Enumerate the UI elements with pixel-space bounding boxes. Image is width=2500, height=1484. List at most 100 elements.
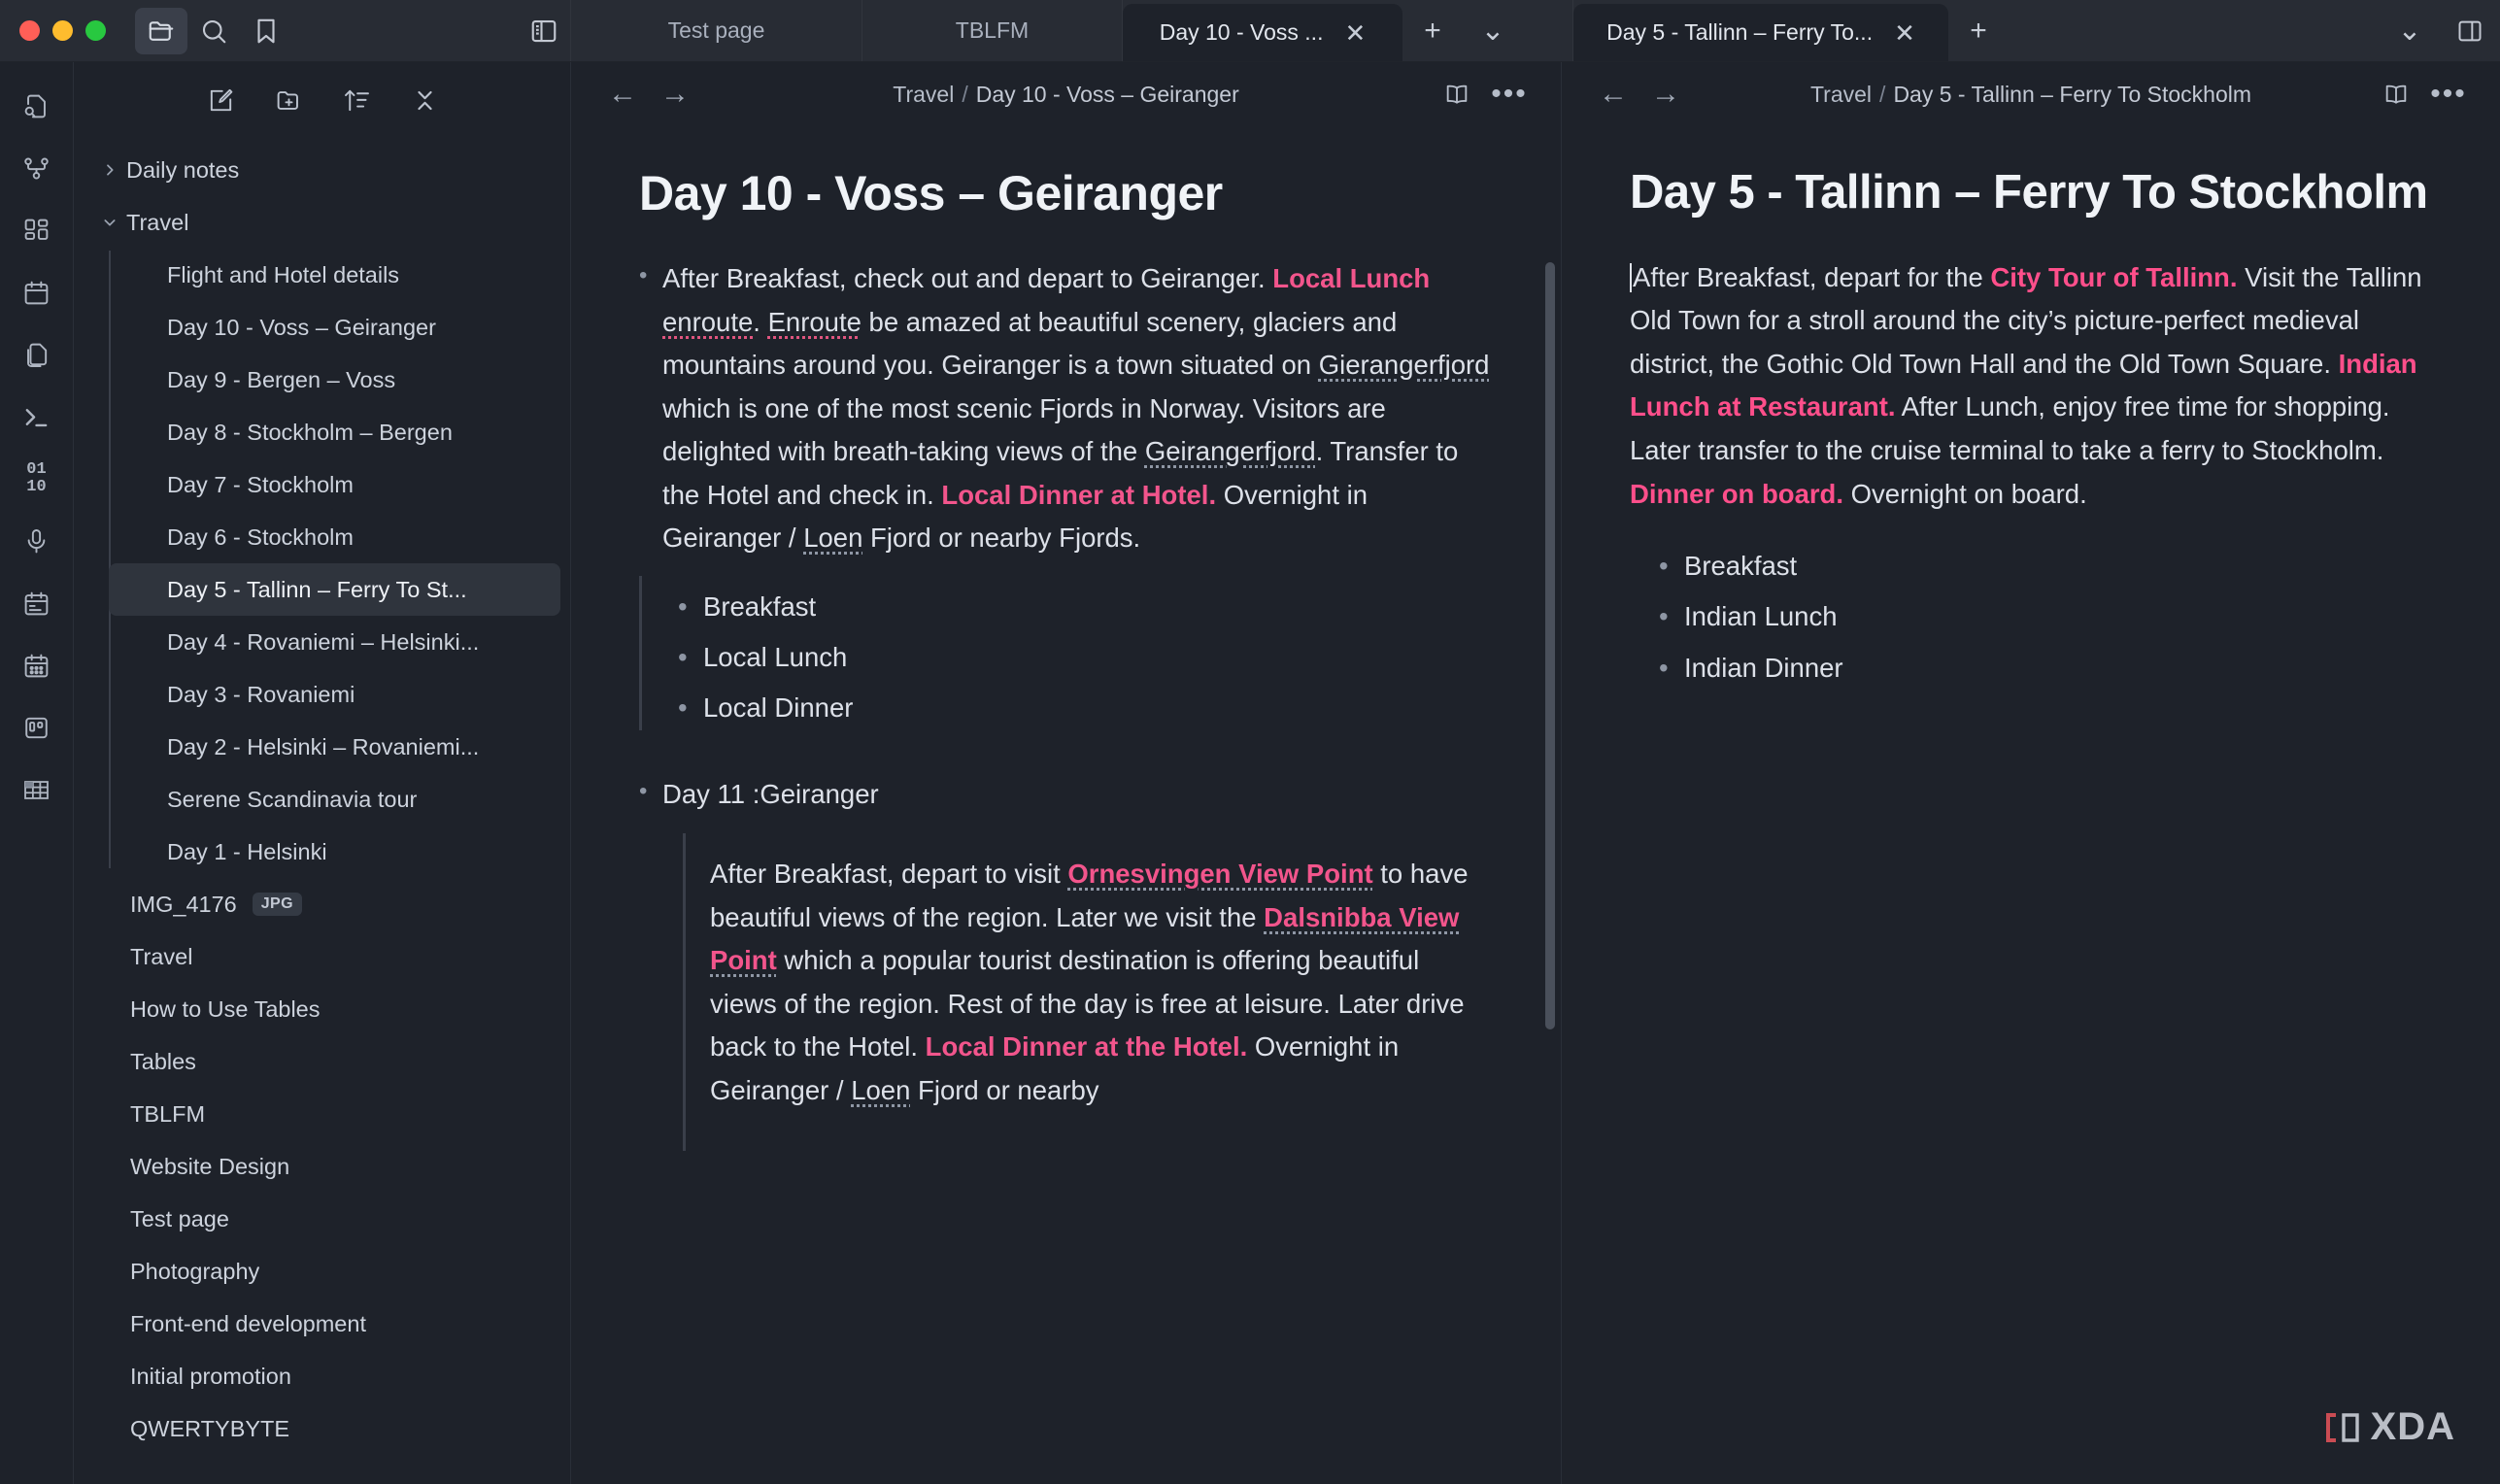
sidebar-toggle-icon[interactable]	[518, 8, 570, 54]
close-window-button[interactable]	[19, 20, 40, 41]
binary-icon[interactable]: 0110	[14, 458, 60, 499]
highlight-dinner-on-board: Dinner on board.	[1630, 479, 1843, 509]
paragraph-day5: After Breakfast, depart for the City Tou…	[1630, 256, 2432, 516]
forward-button[interactable]: →	[649, 78, 701, 111]
breadcrumb[interactable]: Travel/Day 5 - Tallinn – Ferry To Stockh…	[1692, 82, 2370, 108]
document-left[interactable]: Day 10 - Voss – Geiranger After Breakfas…	[571, 126, 1561, 1484]
breadcrumb-root[interactable]: Travel	[1810, 82, 1872, 107]
note-day-7[interactable]: Day 7 - Stockholm	[109, 458, 560, 511]
tab-tblfm[interactable]: TBLFM	[862, 0, 1123, 61]
copy-file-icon[interactable]	[14, 334, 60, 375]
microphone-icon[interactable]	[14, 521, 60, 561]
text-segment: Day 11 :Geiranger	[662, 779, 879, 809]
spellcheck-word: Gierangerfjord	[1319, 350, 1490, 380]
watermark: XDA	[2322, 1405, 2455, 1449]
note-flight-and-hotel-details[interactable]: Flight and Hotel details	[109, 249, 560, 301]
note-label: Tables	[130, 1049, 196, 1075]
spellcheck-word: Loen	[803, 523, 862, 553]
terminal-icon[interactable]	[14, 396, 60, 437]
note-day-4[interactable]: Day 4 - Rovaniemi – Helsinki...	[109, 616, 560, 668]
monthly-calendar-icon[interactable]	[14, 645, 60, 686]
zoom-window-button[interactable]	[85, 20, 106, 41]
note-label: Day 7 - Stockholm	[118, 472, 354, 498]
bookmark-icon[interactable]	[240, 8, 292, 54]
file-search-icon[interactable]	[14, 85, 60, 126]
highlight-local-lunch: Local Lunch	[1272, 263, 1430, 293]
breadcrumb[interactable]: Travel/Day 10 - Voss – Geiranger	[701, 82, 1431, 108]
note-how-to-use-tables[interactable]: How to Use Tables	[84, 983, 560, 1035]
text-segment: After Breakfast, depart to visit	[710, 859, 1067, 889]
highlight-local-dinner-hotel: Local Dinner at the Hotel.	[926, 1031, 1248, 1062]
note-day-3[interactable]: Day 3 - Rovaniemi	[109, 668, 560, 721]
graph-view-icon[interactable]	[14, 148, 60, 188]
tab-label: TBLFM	[956, 17, 1029, 44]
note-label: Travel	[130, 944, 192, 970]
close-icon[interactable]: ✕	[1894, 20, 1915, 46]
breadcrumb-root[interactable]: Travel	[893, 82, 954, 107]
file-img-4176[interactable]: IMG_4176 JPG	[84, 878, 560, 930]
new-tab-button[interactable]: +	[1948, 0, 2009, 61]
tab-strip-empty-space	[1523, 0, 1572, 61]
note-day-8[interactable]: Day 8 - Stockholm – Bergen	[109, 406, 560, 458]
kanban-icon[interactable]	[14, 707, 60, 748]
more-options-icon[interactable]: •••	[2422, 91, 2475, 97]
new-tab-button[interactable]: +	[1402, 0, 1463, 61]
document-right[interactable]: Day 5 - Tallinn – Ferry To Stockholm Aft…	[1562, 126, 2500, 1484]
table-icon[interactable]	[14, 769, 60, 810]
note-website-design[interactable]: Website Design	[84, 1140, 560, 1193]
note-day-2[interactable]: Day 2 - Helsinki – Rovaniemi...	[109, 721, 560, 773]
sort-icon[interactable]	[337, 81, 376, 119]
chevron-down-icon[interactable]: ⌄	[2380, 0, 2440, 61]
file-type-badge: JPG	[253, 893, 302, 916]
list-item: Breakfast	[1659, 541, 2432, 591]
minimize-window-button[interactable]	[52, 20, 73, 41]
more-options-icon[interactable]: •••	[1483, 91, 1536, 97]
note-test-page[interactable]: Test page	[84, 1193, 560, 1245]
file-explorer-toolbar	[74, 62, 570, 138]
reading-view-icon[interactable]	[1431, 81, 1483, 108]
close-icon[interactable]: ✕	[1344, 20, 1366, 46]
daily-note-icon[interactable]	[14, 583, 60, 624]
sidebar-toggle-right-icon[interactable]	[2440, 0, 2500, 61]
tab-day-5-tallinn[interactable]: Day 5 - Tallinn – Ferry To... ✕	[1573, 4, 1948, 61]
back-button[interactable]: ←	[596, 78, 649, 111]
reading-view-icon[interactable]	[2370, 81, 2422, 108]
breadcrumb-separator: /	[1879, 82, 1885, 107]
note-day-10[interactable]: Day 10 - Voss – Geiranger	[109, 301, 560, 354]
calendar-icon[interactable]	[14, 272, 60, 313]
chevron-right-icon[interactable]	[93, 162, 126, 178]
tab-test-page[interactable]: Test page	[571, 0, 862, 61]
collapse-all-icon[interactable]	[405, 81, 444, 119]
note-serene-scandinavia-tour[interactable]: Serene Scandinavia tour	[109, 773, 560, 826]
spellcheck-word: enroute	[662, 307, 753, 337]
chevron-down-icon[interactable]	[93, 215, 126, 230]
scrollbar-left[interactable]	[1545, 262, 1555, 1029]
forward-button[interactable]: →	[1639, 78, 1692, 111]
chevron-down-icon[interactable]: ⌄	[1463, 0, 1523, 61]
folder-icon[interactable]	[135, 8, 187, 54]
main-body: 0110	[0, 62, 2500, 1484]
note-day-5[interactable]: Day 5 - Tallinn – Ferry To St...	[109, 563, 560, 616]
search-icon[interactable]	[187, 8, 240, 54]
back-button[interactable]: ←	[1587, 78, 1639, 111]
dashboard-icon[interactable]	[14, 210, 60, 251]
breadcrumb-separator: /	[962, 82, 967, 107]
folder-travel[interactable]: Travel	[84, 196, 560, 249]
note-tblfm[interactable]: TBLFM	[84, 1088, 560, 1140]
new-folder-icon[interactable]	[269, 81, 308, 119]
xda-logo-icon	[2322, 1407, 2363, 1448]
folder-daily-notes[interactable]: Daily notes	[84, 144, 560, 196]
note-day-1[interactable]: Day 1 - Helsinki	[109, 826, 560, 878]
new-note-icon[interactable]	[201, 81, 240, 119]
editor-panes: ← → Travel/Day 10 - Voss – Geiranger •••…	[571, 62, 2500, 1484]
note-qwertybyte[interactable]: QWERTYBYTE	[84, 1402, 560, 1455]
note-day-9[interactable]: Day 9 - Bergen – Voss	[109, 354, 560, 406]
tab-day-10-voss[interactable]: Day 10 - Voss ... ✕	[1123, 4, 1402, 61]
meals-list-day5: Breakfast Indian Lunch Indian Dinner	[1630, 541, 2432, 693]
note-photography[interactable]: Photography	[84, 1245, 560, 1298]
note-initial-promotion[interactable]: Initial promotion	[84, 1350, 560, 1402]
note-front-end-development[interactable]: Front-end development	[84, 1298, 560, 1350]
note-travel[interactable]: Travel	[84, 930, 560, 983]
note-tables[interactable]: Tables	[84, 1035, 560, 1088]
note-day-6[interactable]: Day 6 - Stockholm	[109, 511, 560, 563]
